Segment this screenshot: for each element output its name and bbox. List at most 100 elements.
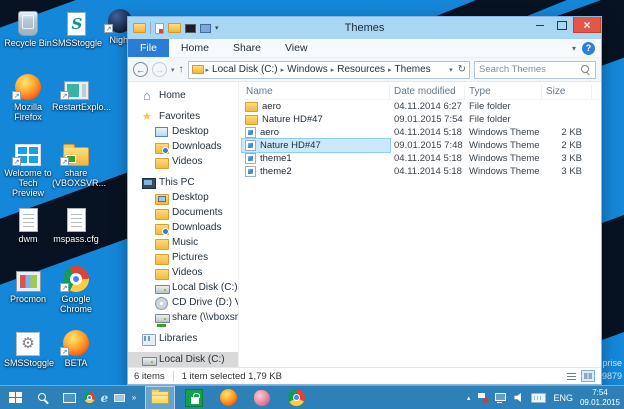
sidebar-item-favorites[interactable]: Favorites bbox=[128, 109, 238, 124]
file-row-theme1[interactable]: theme1 04.11.2014 5:18 Windows Theme ... 3 … bbox=[242, 152, 601, 165]
language-indicator[interactable]: ENG bbox=[553, 393, 573, 403]
desktop-icon-welcome-to-tech-preview[interactable]: Welcome toTech Preview bbox=[4, 136, 52, 198]
column-header-date-modified[interactable]: Date modified bbox=[390, 84, 465, 99]
new-folder-icon[interactable] bbox=[168, 23, 181, 33]
refresh-icon[interactable]: ↻ bbox=[458, 64, 466, 75]
breadcrumb-item-themes[interactable]: Themes bbox=[395, 64, 431, 75]
file-row-aero[interactable]: aero 04.11.2014 5:18 Windows Theme ... 2 KB bbox=[242, 126, 601, 139]
quicklaunch-app[interactable] bbox=[112, 386, 127, 409]
clock[interactable]: 7:54 09.01.2015 bbox=[580, 388, 620, 407]
file-row-nature-hd-47[interactable]: Nature HD#47 09.01.2015 7:48 Windows Theme… bbox=[241, 138, 601, 153]
desktop-icon-google-chrome[interactable]: GoogleChrome bbox=[52, 262, 100, 314]
maximize-button[interactable] bbox=[551, 17, 573, 33]
sidebar-item-videos[interactable]: Videos bbox=[128, 154, 238, 169]
desktop-icon-procmon[interactable]: Procmon bbox=[4, 262, 52, 304]
quicklaunch-ie[interactable]: e bbox=[97, 386, 112, 409]
taskbar-chrome[interactable] bbox=[281, 386, 311, 409]
sidebar-item-label: Favorites bbox=[159, 111, 201, 122]
app-icon[interactable] bbox=[200, 23, 211, 33]
console-icon[interactable] bbox=[185, 23, 196, 33]
properties-icon[interactable] bbox=[155, 22, 164, 34]
start-button[interactable] bbox=[0, 386, 30, 409]
desktop-icon-smsstoggle[interactable]: SMSStoggle bbox=[4, 326, 54, 368]
tab-view[interactable]: View bbox=[273, 39, 320, 57]
qat-dropdown-icon[interactable]: ▾ bbox=[215, 24, 219, 32]
sidebar-item-cd-drive-d-virtu[interactable]: CD Drive (D:) Virtu bbox=[128, 295, 238, 310]
desktop-icon-label: mspass.cfg bbox=[53, 234, 99, 244]
sidebar-item-desktop[interactable]: Desktop bbox=[128, 190, 238, 205]
file-row-nature-hd-47[interactable]: Nature HD#47 09.01.2015 7:54 File folder bbox=[242, 113, 601, 126]
breadcrumb-item-local-disk-c[interactable]: Local Disk (C:) bbox=[212, 64, 278, 75]
sidebar-item-libraries[interactable]: Libraries bbox=[128, 331, 238, 346]
sidebar-item-music[interactable]: Music bbox=[128, 235, 238, 250]
drive-icon bbox=[142, 354, 157, 366]
task-view-button[interactable] bbox=[56, 386, 82, 409]
file-row-aero[interactable]: aero 04.11.2014 6:27 File folder bbox=[242, 100, 601, 113]
column-header-type[interactable]: Type bbox=[465, 84, 542, 99]
folder-icon bbox=[245, 114, 258, 125]
desktop-icon-recycle-bin[interactable]: Recycle Bin bbox=[4, 6, 52, 48]
search-input[interactable] bbox=[479, 64, 581, 75]
network-icon[interactable] bbox=[495, 392, 507, 403]
sidebar-item-documents[interactable]: Documents bbox=[128, 205, 238, 220]
touch-keyboard-icon[interactable] bbox=[531, 392, 547, 403]
address-dropdown-icon[interactable]: ▾ bbox=[449, 66, 453, 74]
sidebar-item-label: This PC bbox=[159, 177, 195, 188]
title-bar[interactable]: ▾ Themes bbox=[128, 17, 601, 39]
column-header-size[interactable]: Size bbox=[542, 84, 592, 99]
column-header-name[interactable]: Name bbox=[242, 84, 390, 99]
sidebar-item-downloads[interactable]: Downloads bbox=[128, 220, 238, 235]
thumbnail-view-icon[interactable] bbox=[581, 370, 595, 382]
desktop-icon-mspass-cfg[interactable]: mspass.cfg bbox=[52, 202, 100, 244]
desktop-icon-beta[interactable]: BETA bbox=[52, 326, 100, 368]
desktop-icon-share-vboxsvr[interactable]: share(VBOXSVR... bbox=[52, 136, 106, 188]
action-center-icon[interactable] bbox=[477, 392, 489, 403]
sidebar-item-local-disk-c[interactable]: Local Disk (C:) bbox=[128, 280, 238, 295]
file-row-theme2[interactable]: theme2 04.11.2014 5:18 Windows Theme ... 3 … bbox=[242, 165, 601, 178]
script-icon bbox=[59, 6, 93, 36]
clock-date: 09.01.2015 bbox=[579, 397, 620, 407]
theme-file-icon bbox=[245, 127, 256, 138]
desktop-icon-mozilla-firefox[interactable]: MozillaFirefox bbox=[4, 70, 52, 122]
taskbar-search-button[interactable] bbox=[30, 386, 56, 409]
desktop-icon-smsstoggle[interactable]: SMSStoggle bbox=[52, 6, 102, 48]
close-button[interactable] bbox=[573, 17, 601, 33]
ribbon-expand-icon[interactable]: ▾ bbox=[572, 44, 576, 53]
tab-share[interactable]: Share bbox=[221, 39, 273, 57]
sidebar-item-videos[interactable]: Videos bbox=[128, 265, 238, 280]
desktop-icon-dwm[interactable]: dwm bbox=[4, 202, 52, 244]
quicklaunch-chrome[interactable] bbox=[82, 386, 97, 409]
breadcrumb-item-resources[interactable]: Resources bbox=[337, 64, 385, 75]
sidebar-item-label: Videos bbox=[172, 267, 203, 278]
recent-locations-icon[interactable]: ▾ bbox=[171, 66, 175, 74]
breadcrumb-item-windows[interactable]: Windows bbox=[287, 64, 328, 75]
sidebar-item-home[interactable]: Home bbox=[128, 88, 238, 103]
sidebar-item-pictures[interactable]: Pictures bbox=[128, 250, 238, 265]
sidebar-item-share-vboxsrv[interactable]: share (\\vboxsrv) bbox=[128, 310, 238, 325]
tab-file[interactable]: File bbox=[128, 39, 169, 57]
forward-button[interactable]: → bbox=[152, 62, 167, 77]
sidebar-item-downloads[interactable]: Downloads bbox=[128, 139, 238, 154]
sidebar-item-desktop[interactable]: Desktop bbox=[128, 124, 238, 139]
volume-icon[interactable] bbox=[514, 392, 521, 403]
tab-home[interactable]: Home bbox=[169, 39, 221, 57]
help-icon[interactable]: ? bbox=[582, 41, 595, 55]
taskbar-app-pink[interactable] bbox=[247, 386, 277, 409]
search-box[interactable] bbox=[474, 60, 596, 79]
taskbar-firefox[interactable] bbox=[213, 386, 243, 409]
details-view-icon[interactable] bbox=[565, 371, 578, 382]
breadcrumb[interactable]: ▸ Local Disk (C:) ▸ Windows ▸ Resources ▸ Theme… bbox=[187, 60, 470, 79]
quicklaunch-overflow[interactable]: » bbox=[127, 386, 141, 409]
sidebar-item-label: Downloads bbox=[172, 222, 222, 233]
winlogo-icon bbox=[11, 136, 45, 166]
taskbar-store[interactable] bbox=[179, 386, 209, 409]
sidebar-item-local-disk-c[interactable]: Local Disk (C:) bbox=[128, 352, 238, 367]
up-button[interactable]: ↑ bbox=[179, 64, 184, 75]
file-name: Nature HD#47 bbox=[262, 114, 323, 125]
sidebar-item-this-pc[interactable]: This PC bbox=[128, 175, 238, 190]
taskbar-file-explorer[interactable] bbox=[145, 385, 175, 409]
desktop-icon-restartexplo[interactable]: RestartExplo... bbox=[52, 70, 111, 112]
show-hidden-icons[interactable]: ▴ bbox=[467, 394, 471, 402]
minimize-button[interactable] bbox=[529, 17, 551, 33]
back-button[interactable]: ← bbox=[133, 62, 148, 77]
